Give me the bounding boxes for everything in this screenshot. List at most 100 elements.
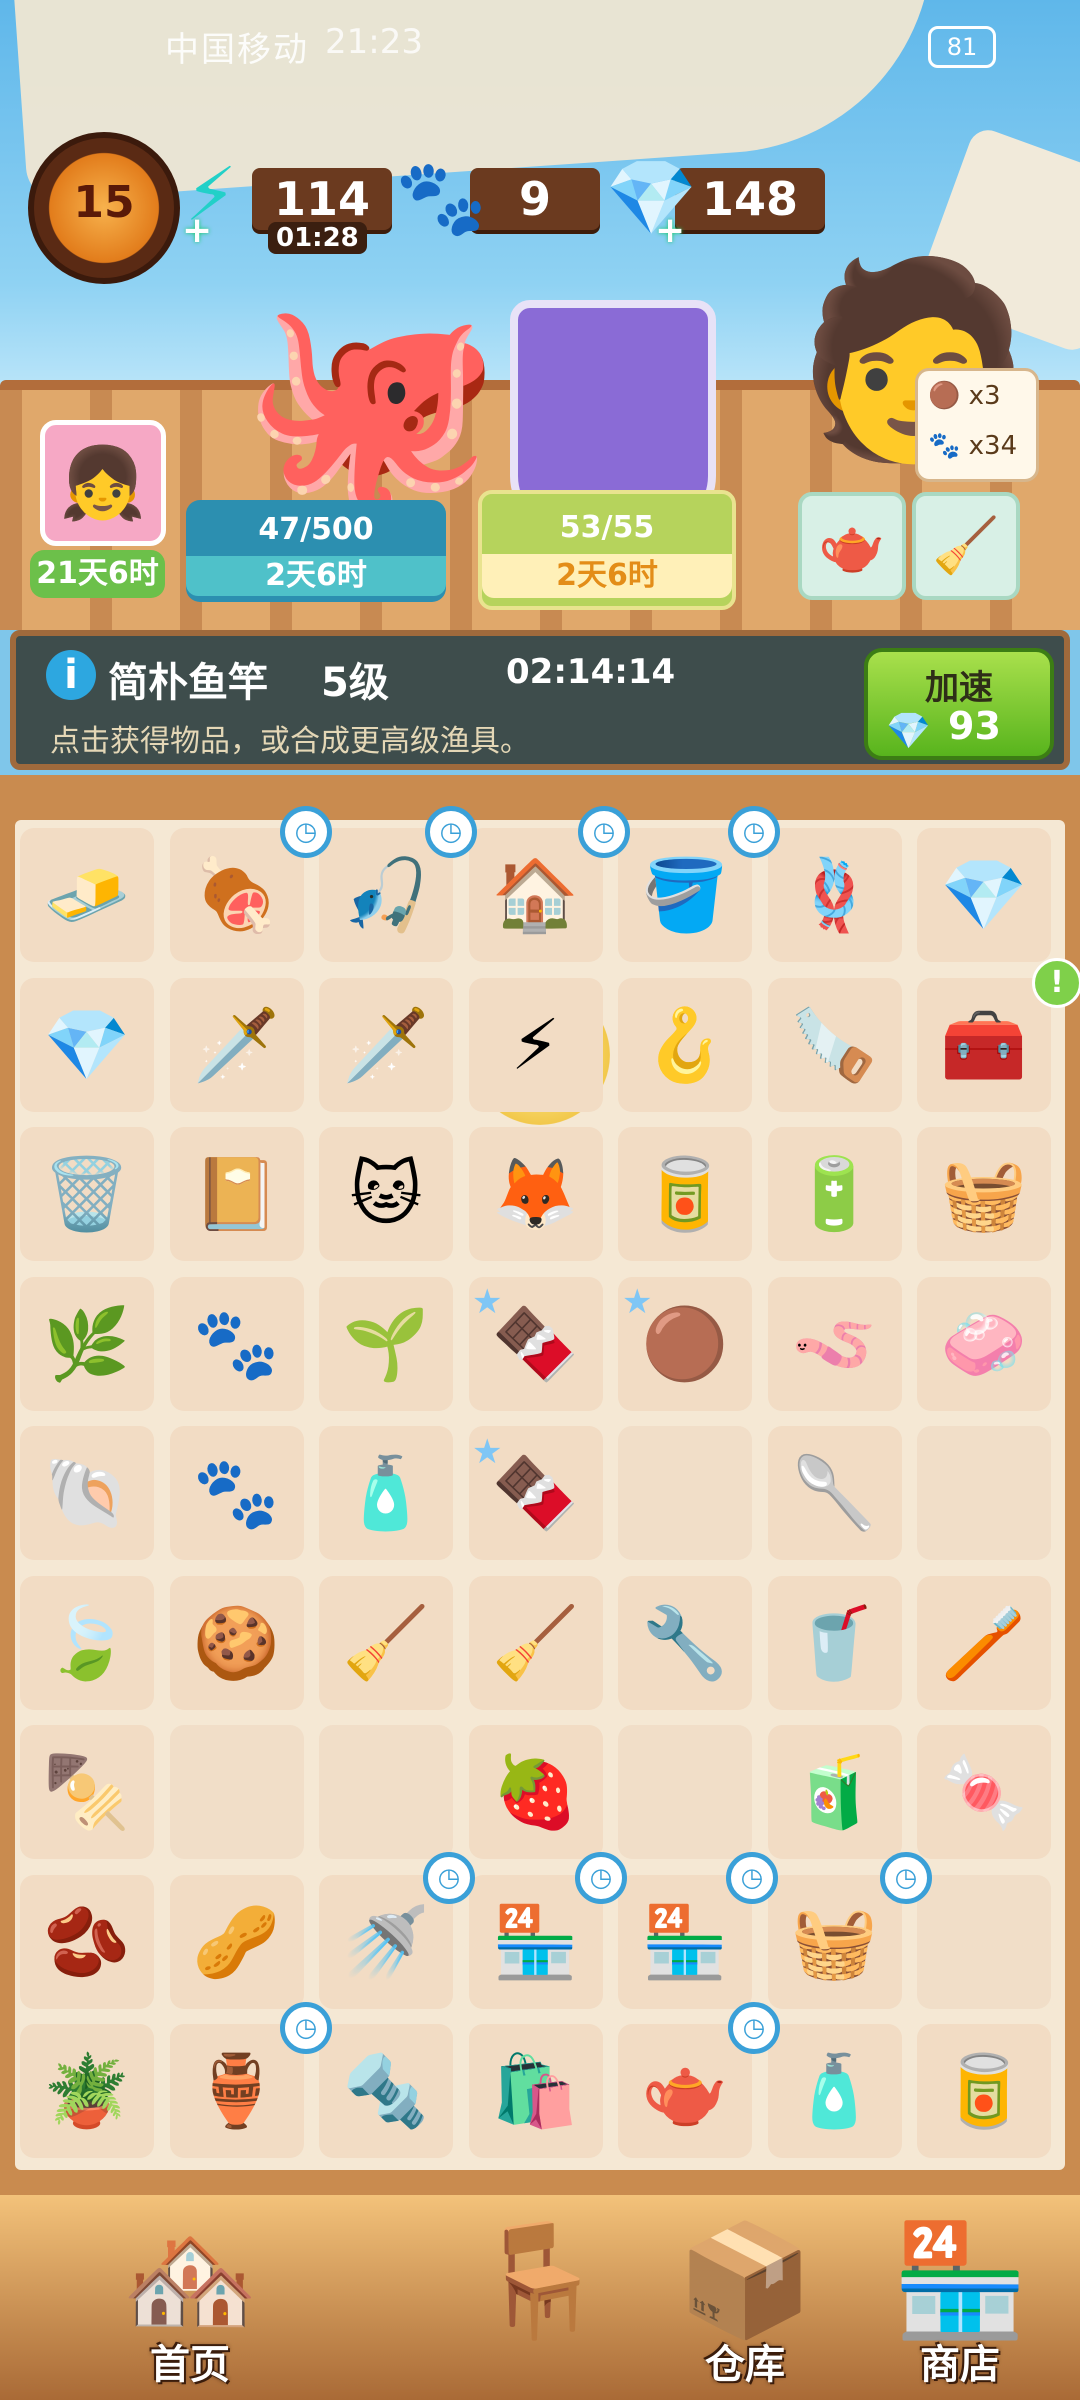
board-item[interactable]: 🥫	[917, 2024, 1051, 2158]
player-level-badge[interactable]: 15	[28, 132, 180, 284]
nav-home[interactable]: 🏘️ 首页	[30, 2210, 350, 2390]
board-item[interactable]: 🔧	[618, 1575, 752, 1710]
carrier-label: 中国移动	[165, 30, 309, 70]
board-item[interactable]: 🪝	[618, 977, 752, 1112]
board-item[interactable]: 🪣	[618, 828, 752, 962]
board-item[interactable]: 🌱	[319, 1276, 453, 1411]
item-level: 5级	[321, 660, 389, 706]
star-icon: ★	[622, 1282, 653, 1322]
nav-warehouse-label: 仓库	[705, 2342, 785, 2388]
paw-icon: 🐾	[395, 155, 488, 241]
board-item[interactable]: 🦊	[468, 1127, 603, 1261]
battery-indicator: 81	[928, 26, 996, 68]
board-item[interactable]: 🏠	[468, 828, 603, 962]
board-item[interactable]: ⚡	[468, 977, 603, 1112]
status-time: 21:23	[325, 22, 423, 62]
nav-home-label: 首页	[150, 2342, 230, 2388]
board-item[interactable]: 🍃	[20, 1575, 154, 1710]
board-empty-cell[interactable]	[169, 1725, 304, 1859]
board-item[interactable]: 🍪	[169, 1575, 304, 1710]
board-item[interactable]: 🔩	[319, 2024, 453, 2158]
shop-icon: 🏪	[891, 2216, 1029, 2344]
timer-icon: ◷	[880, 1852, 932, 1904]
gem-plus-icon[interactable]: +	[655, 210, 685, 251]
board-empty-cell[interactable]	[917, 1426, 1051, 1560]
order-ball-count: 🟤 x3	[928, 381, 1001, 411]
notice-icon[interactable]: !	[1032, 958, 1080, 1008]
board-item[interactable]: 🛍️	[468, 2024, 603, 2158]
board-item[interactable]: 🍖	[169, 828, 304, 962]
board-item[interactable]: 🐾	[169, 1276, 304, 1411]
board-item[interactable]: 🐱	[319, 1127, 453, 1261]
board-item[interactable]: 🪥	[917, 1575, 1051, 1710]
event-avatar[interactable]: 👧	[40, 420, 166, 546]
tool-slot-shovel[interactable]: 🧹	[912, 492, 1020, 600]
board-empty-cell[interactable]	[319, 1725, 453, 1859]
board-item[interactable]: 🪢	[767, 828, 902, 962]
timer-icon: ◷	[280, 806, 332, 858]
board-item[interactable]: 🥄	[767, 1426, 902, 1560]
gem-icon: 💎	[886, 711, 931, 752]
board-item[interactable]: 🧴	[767, 2024, 902, 2158]
board-item[interactable]: 🧴	[319, 1426, 453, 1560]
order-event-timer: 2天6时	[482, 554, 732, 598]
home-icon: 🏘️	[121, 2216, 259, 2344]
board-item[interactable]: 🫘	[20, 1874, 154, 2009]
board-item[interactable]: 🧺	[767, 1874, 902, 2009]
board-item[interactable]: 🥤	[767, 1575, 902, 1710]
board-item[interactable]: 🐚	[20, 1426, 154, 1560]
star-icon: ★	[472, 1432, 503, 1472]
energy-plus-icon[interactable]: +	[182, 210, 212, 251]
board-item[interactable]: 💎	[917, 828, 1051, 962]
board-item[interactable]: 🥫	[618, 1127, 752, 1261]
board-empty-cell[interactable]	[917, 1874, 1051, 2009]
timer-icon: ◷	[728, 2002, 780, 2054]
board-item[interactable]: 🌿	[20, 1276, 154, 1411]
order-bubble[interactable]: 🟤 x3 🐾 x34	[915, 368, 1039, 482]
board-item[interactable]: 🧺	[917, 1127, 1051, 1261]
board-item[interactable]: 🧹	[468, 1575, 603, 1710]
nav-bench[interactable]: 🪑	[450, 2210, 630, 2390]
board-item[interactable]: 🪴	[20, 2024, 154, 2158]
board-item[interactable]: 🥜	[169, 1874, 304, 2009]
board-item[interactable]: 🪚	[767, 977, 902, 1112]
order-paw-count: 🐾 x34	[928, 431, 1018, 461]
nav-shop-label: 商店	[920, 2342, 1000, 2388]
board-item[interactable]: 💎	[20, 977, 154, 1112]
board-item[interactable]: 🧹	[319, 1575, 453, 1710]
board-item[interactable]: 🏺	[169, 2024, 304, 2158]
board-item[interactable]: 🗑️	[20, 1127, 154, 1261]
board-item[interactable]: 🗡️	[319, 977, 453, 1112]
board-item[interactable]: 🫖	[618, 2024, 752, 2158]
item-description: 点击获得物品，或合成更高级渔具。	[50, 724, 530, 759]
board-item[interactable]: 🧼	[917, 1276, 1051, 1411]
board-empty-cell[interactable]	[618, 1426, 752, 1560]
paw-event-chip[interactable]: 47/500 2天6时	[186, 500, 446, 602]
board-item[interactable]: 🗡️	[169, 977, 304, 1112]
avatar-timer: 21天6时	[30, 550, 165, 598]
board-empty-cell[interactable]	[618, 1725, 752, 1859]
board-item[interactable]: 🍓	[468, 1725, 603, 1859]
speed-up-button[interactable]: 加速 💎 93	[864, 648, 1054, 760]
paw-progress: 47/500	[258, 512, 374, 547]
board-item[interactable]: 🧰	[917, 977, 1051, 1112]
nav-shop[interactable]: 🏪 商店	[870, 2210, 1050, 2390]
board-item[interactable]: 📔	[169, 1127, 304, 1261]
tool-slot-teapot[interactable]: 🫖	[798, 492, 906, 600]
bench-icon: 🪑	[471, 2216, 609, 2344]
info-icon[interactable]: i	[46, 650, 96, 700]
board-item[interactable]: 🐾	[169, 1426, 304, 1560]
octopus-chef[interactable]: 🐙	[240, 300, 501, 510]
board-item[interactable]: 🔋	[767, 1127, 902, 1261]
timer-icon: ◷	[728, 806, 780, 858]
nav-warehouse[interactable]: 📦 仓库	[660, 2210, 830, 2390]
board-item[interactable]: 🪱	[767, 1276, 902, 1411]
energy-counter: 114	[252, 168, 392, 230]
board-item[interactable]: 🍢	[20, 1725, 154, 1859]
board-item[interactable]: 🧈	[20, 828, 154, 962]
board-item[interactable]: 🧃	[767, 1725, 902, 1859]
paw-counter: 9	[470, 168, 600, 230]
board-item[interactable]: 🍬	[917, 1725, 1051, 1859]
order-event-chip[interactable]: 53/55 2天6时	[478, 490, 736, 610]
timer-icon: ◷	[425, 806, 477, 858]
